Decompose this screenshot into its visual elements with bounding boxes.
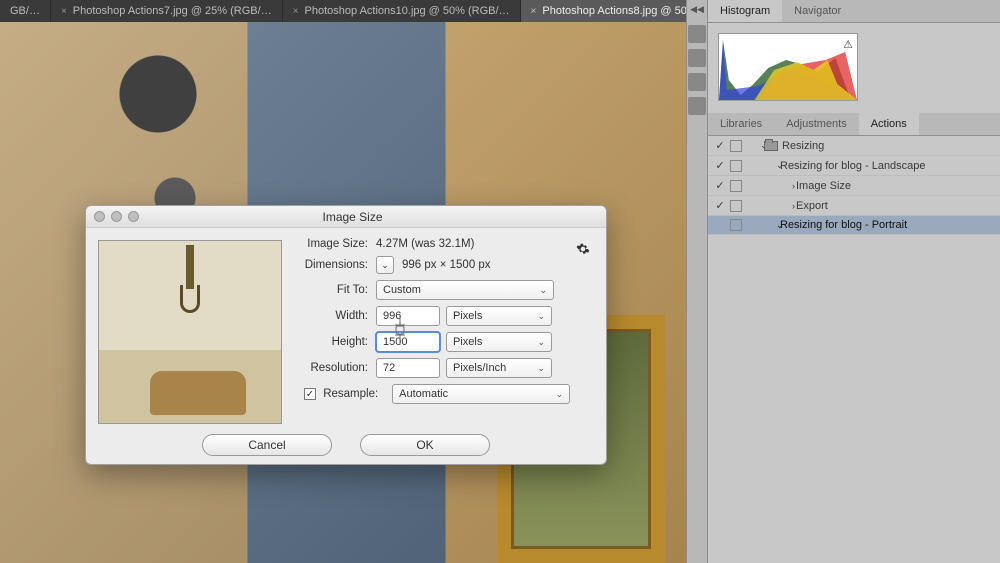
resample-row: ✓ Resample: xyxy=(288,388,386,401)
action-row-selected[interactable]: ⌄ Resizing for blog - Portrait xyxy=(708,216,1000,235)
dialog-titlebar[interactable]: Image Size xyxy=(86,206,606,228)
chevron-down-icon: ⌄ xyxy=(531,363,545,374)
constrain-proportions-icon[interactable] xyxy=(393,313,407,347)
tab-navigator[interactable]: Navigator xyxy=(782,0,853,22)
dimensions-label: Dimensions: xyxy=(288,259,376,271)
height-label: Height: xyxy=(288,336,376,348)
resolution-unit: Pixels/Inch xyxy=(453,362,506,374)
close-icon[interactable]: × xyxy=(293,6,299,17)
disclosure-caret-icon[interactable]: › xyxy=(746,181,792,191)
action-dialog-toggle[interactable] xyxy=(730,180,742,192)
panel-dock-strip: ◀◀ xyxy=(686,0,708,563)
width-unit-dropdown[interactable]: Pixels ⌄ xyxy=(446,306,552,326)
action-checkmark-icon[interactable]: ✓ xyxy=(714,139,726,152)
actions-panel: ✓ ⌄ Resizing ✓ ⌄ Resizing for blog - Lan… xyxy=(708,136,1000,235)
resolution-unit-dropdown[interactable]: Pixels/Inch ⌄ xyxy=(446,358,552,378)
resample-checkbox[interactable]: ✓ xyxy=(304,388,316,400)
resample-label: Resample: xyxy=(323,388,378,400)
dock-icon[interactable] xyxy=(688,49,706,67)
resolution-label: Resolution: xyxy=(288,362,376,374)
imagesize-label: Image Size: xyxy=(288,238,376,250)
action-checkmark-icon[interactable]: ✓ xyxy=(714,179,726,192)
width-label: Width: xyxy=(288,310,376,322)
action-label: Resizing xyxy=(782,140,824,152)
height-unit: Pixels xyxy=(453,336,482,348)
actions-panel-tabs: Libraries Adjustments Actions xyxy=(708,113,1000,136)
tab-adjustments[interactable]: Adjustments xyxy=(774,113,859,135)
dialog-form: Image Size: 4.27M (was 32.1M) Dimensions… xyxy=(282,228,606,428)
document-tab[interactable]: × Photoshop Actions7.jpg @ 25% (RGB/… xyxy=(51,0,283,22)
chevron-down-icon: ⌄ xyxy=(550,389,564,400)
action-label: Export xyxy=(796,200,828,212)
fit-to-value: Custom xyxy=(383,284,421,296)
collapse-panels-icon[interactable]: ◀◀ xyxy=(687,0,707,19)
histogram-shape xyxy=(719,40,857,100)
resample-value: Automatic xyxy=(399,388,448,400)
dimensions-disclosure-button[interactable]: ⌄ xyxy=(376,256,394,274)
action-dialog-toggle[interactable] xyxy=(730,219,742,231)
tab-label: Photoshop Actions10.jpg @ 50% (RGB/… xyxy=(305,5,510,17)
histogram-panel: ⚠ xyxy=(708,23,1000,113)
resolution-input[interactable]: 72 xyxy=(376,358,440,378)
gear-icon[interactable] xyxy=(576,242,590,259)
resolution-value: 72 xyxy=(383,362,395,374)
close-icon[interactable]: × xyxy=(531,6,537,17)
action-checkmark-icon[interactable]: ✓ xyxy=(714,159,726,172)
window-zoom-icon[interactable] xyxy=(128,211,139,222)
action-label: Image Size xyxy=(796,180,851,192)
document-tab[interactable]: × Photoshop Actions10.jpg @ 50% (RGB/… xyxy=(283,0,521,22)
action-dialog-toggle[interactable] xyxy=(730,200,742,212)
action-row[interactable]: ✓ ⌄ Resizing for blog - Landscape xyxy=(708,156,1000,176)
tab-libraries[interactable]: Libraries xyxy=(708,113,774,135)
document-tab-bar: GB/… × Photoshop Actions7.jpg @ 25% (RGB… xyxy=(0,0,707,22)
dialog-buttons: Cancel OK xyxy=(86,434,606,456)
resample-dropdown[interactable]: Automatic ⌄ xyxy=(392,384,570,404)
panel-stack: ◀◀ Histogram Navigator ⚠ Libraries Adjus… xyxy=(707,0,1000,563)
histogram-graph[interactable]: ⚠ xyxy=(718,33,858,101)
preview-image xyxy=(98,240,282,424)
chevron-down-icon: ⌄ xyxy=(531,311,545,322)
action-label: Resizing for blog - Portrait xyxy=(780,219,907,231)
action-step-row[interactable]: ✓ › Image Size xyxy=(708,176,1000,196)
tab-actions[interactable]: Actions xyxy=(859,113,919,135)
imagesize-value: 4.27M (was 32.1M) xyxy=(376,238,474,250)
ok-button[interactable]: OK xyxy=(360,434,490,456)
image-size-dialog: Image Size Image Size: 4.27M (was 32.1M)… xyxy=(85,205,607,465)
document-tab[interactable]: GB/… xyxy=(0,0,51,22)
dialog-preview[interactable] xyxy=(86,228,282,428)
height-unit-dropdown[interactable]: Pixels ⌄ xyxy=(446,332,552,352)
window-controls xyxy=(86,211,139,222)
action-dialog-toggle[interactable] xyxy=(730,140,742,152)
window-close-icon[interactable] xyxy=(94,211,105,222)
disclosure-caret-icon[interactable]: › xyxy=(746,201,792,211)
disclosure-caret-icon[interactable]: ⌄ xyxy=(746,220,776,231)
dock-icon[interactable] xyxy=(688,97,706,115)
action-label: Resizing for blog - Landscape xyxy=(780,160,926,172)
action-set-row[interactable]: ✓ ⌄ Resizing xyxy=(708,136,1000,156)
action-checkmark-icon[interactable]: ✓ xyxy=(714,199,726,212)
dimensions-value: 996 px × 1500 px xyxy=(402,259,491,271)
height-input[interactable]: 1500 xyxy=(376,332,440,352)
disclosure-caret-icon[interactable]: ⌄ xyxy=(746,160,776,171)
fit-to-label: Fit To: xyxy=(288,284,376,296)
window-minimize-icon[interactable] xyxy=(111,211,122,222)
cancel-button[interactable]: Cancel xyxy=(202,434,332,456)
dialog-title: Image Size xyxy=(139,210,606,224)
close-icon[interactable]: × xyxy=(61,6,67,17)
fit-to-dropdown[interactable]: Custom ⌄ xyxy=(376,280,554,300)
tab-label: Photoshop Actions7.jpg @ 25% (RGB/… xyxy=(73,5,272,17)
chevron-down-icon: ⌄ xyxy=(531,337,545,348)
chevron-down-icon: ⌄ xyxy=(533,285,547,296)
histogram-panel-tabs: Histogram Navigator xyxy=(708,0,1000,23)
disclosure-caret-icon[interactable]: ⌄ xyxy=(746,140,760,151)
tab-histogram[interactable]: Histogram xyxy=(708,0,782,22)
width-unit: Pixels xyxy=(453,310,482,322)
tab-label: GB/… xyxy=(10,5,40,17)
dock-icon[interactable] xyxy=(688,25,706,43)
width-input[interactable]: 996 xyxy=(376,306,440,326)
action-dialog-toggle[interactable] xyxy=(730,160,742,172)
folder-icon xyxy=(764,141,778,151)
action-step-row[interactable]: ✓ › Export xyxy=(708,196,1000,216)
dock-icon[interactable] xyxy=(688,73,706,91)
